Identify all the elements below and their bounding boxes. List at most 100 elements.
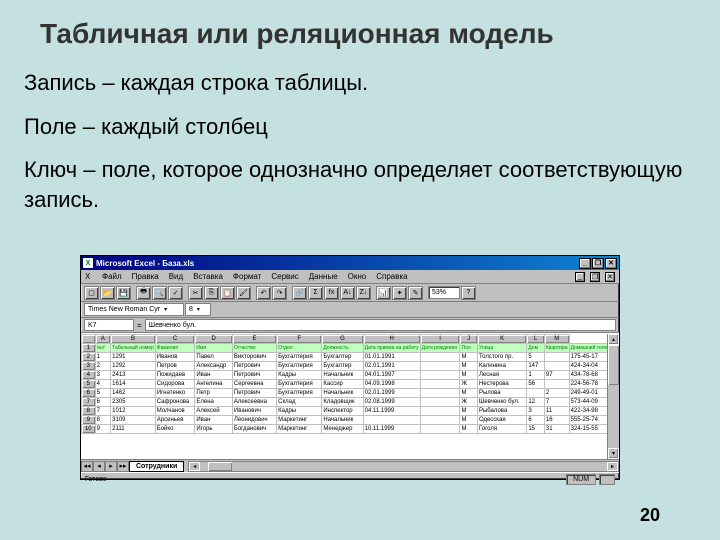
cell[interactable]: 2413 xyxy=(111,371,156,380)
cell[interactable]: Александр xyxy=(195,362,233,371)
cell[interactable]: Рылова xyxy=(477,389,526,398)
cell[interactable]: Ж xyxy=(460,380,477,389)
cell[interactable]: Кладовщик xyxy=(322,398,363,407)
col-header[interactable]: F xyxy=(277,335,322,344)
cell[interactable] xyxy=(420,371,460,380)
open-icon[interactable]: 📂 xyxy=(100,286,115,300)
print-icon[interactable]: 🖶 xyxy=(136,286,151,300)
tab-first-icon[interactable]: ◂◂ xyxy=(81,461,93,472)
sheet-tab[interactable]: Сотрудники xyxy=(129,461,184,472)
cell[interactable]: 02.08.1999 xyxy=(363,398,420,407)
zoom-combo[interactable]: 53% xyxy=(428,286,460,299)
spell-icon[interactable]: ✓ xyxy=(168,286,183,300)
cell[interactable] xyxy=(420,362,460,371)
menu-file[interactable]: Файл xyxy=(99,272,125,281)
field-header-cell[interactable]: №# xyxy=(95,344,111,353)
cell[interactable] xyxy=(420,398,460,407)
cell[interactable]: Начальник xyxy=(322,389,363,398)
cell[interactable]: 147 xyxy=(527,362,545,371)
cell[interactable]: 1 xyxy=(527,371,545,380)
row-header[interactable]: 4 xyxy=(82,371,96,380)
cell[interactable]: Бухгалтерия xyxy=(277,380,322,389)
field-header-cell[interactable]: Дата приема на работу xyxy=(363,344,420,353)
field-header-cell[interactable]: Должность xyxy=(322,344,363,353)
table-row[interactable]: 541614СидороваАнгелинаСергеевнаБухгалтер… xyxy=(82,380,619,389)
cell[interactable]: 6 xyxy=(527,416,545,425)
cell[interactable]: Маркетинг xyxy=(277,416,322,425)
sort-asc-icon[interactable]: A↓ xyxy=(340,286,355,300)
cell[interactable]: 56 xyxy=(527,380,545,389)
row-header[interactable]: 5 xyxy=(82,380,96,389)
scroll-thumb[interactable] xyxy=(608,345,619,385)
cell[interactable]: 2305 xyxy=(111,398,156,407)
field-header-cell[interactable]: Пол xyxy=(460,344,477,353)
row-header[interactable]: 3 xyxy=(82,362,96,371)
table-row[interactable]: 651462ИгнатенкоПетрПетровичБухгалтерияНа… xyxy=(82,389,619,398)
cell[interactable]: Иванович xyxy=(232,407,276,416)
scroll-right-icon[interactable]: ▸ xyxy=(607,462,618,471)
col-header[interactable]: G xyxy=(322,335,363,344)
cell[interactable]: 2 xyxy=(544,389,569,398)
fontsize-combo[interactable]: 8▾ xyxy=(185,303,211,316)
menu-tools[interactable]: Сервис xyxy=(268,272,301,281)
menu-help[interactable]: Справка xyxy=(373,272,410,281)
cell[interactable]: Петрович xyxy=(232,389,276,398)
cell[interactable] xyxy=(544,362,569,371)
col-header[interactable]: J xyxy=(460,335,477,344)
cell[interactable]: Маркетинг xyxy=(277,425,322,434)
hyperlink-icon[interactable]: 🔗 xyxy=(292,286,307,300)
cell[interactable]: 7 xyxy=(544,398,569,407)
cell[interactable]: Алексей xyxy=(195,407,233,416)
cell[interactable]: 2 xyxy=(95,362,111,371)
cell[interactable]: Елена xyxy=(195,398,233,407)
cell[interactable]: М xyxy=(460,389,477,398)
cell[interactable]: Бойко xyxy=(155,425,195,434)
format-painter-icon[interactable]: 🖌 xyxy=(236,286,251,300)
cell[interactable]: Богданович xyxy=(232,425,276,434)
cell[interactable]: М xyxy=(460,416,477,425)
col-header[interactable]: M xyxy=(544,335,569,344)
col-header[interactable]: D xyxy=(195,335,233,344)
chart-icon[interactable]: 📊 xyxy=(376,286,391,300)
cell[interactable]: 7 xyxy=(95,407,111,416)
menu-view[interactable]: Вид xyxy=(166,272,186,281)
formula-field[interactable]: Шевченко бул. xyxy=(145,319,616,331)
font-combo[interactable]: Times New Roman Cyr▾ xyxy=(84,303,184,316)
cell[interactable]: 3 xyxy=(527,407,545,416)
cell[interactable]: 10.11.1999 xyxy=(363,425,420,434)
cell[interactable]: Склад xyxy=(277,398,322,407)
cell[interactable]: 3109 xyxy=(111,416,156,425)
cell[interactable]: Петрович xyxy=(232,362,276,371)
cell[interactable]: Леонидович xyxy=(232,416,276,425)
spreadsheet-grid[interactable]: ABCDEFGHIJKLM 1№#Табельный номерФамилияИ… xyxy=(81,334,619,434)
cell[interactable]: Петрович xyxy=(232,371,276,380)
cell[interactable]: 04.09.1998 xyxy=(363,380,420,389)
close-button[interactable]: ✕ xyxy=(605,258,617,269)
cell[interactable]: М xyxy=(460,371,477,380)
drawing-icon[interactable]: ✎ xyxy=(408,286,423,300)
cell[interactable]: Игнатенко xyxy=(155,389,195,398)
cell[interactable]: 1291 xyxy=(111,353,156,362)
cell[interactable]: Толстого пр. xyxy=(477,353,526,362)
cell[interactable]: 31 xyxy=(544,425,569,434)
name-box[interactable]: K7 xyxy=(84,319,134,331)
cell[interactable]: Менеджер xyxy=(322,425,363,434)
cell[interactable]: Сергеевна xyxy=(232,380,276,389)
doc-close-button[interactable]: ✕ xyxy=(605,272,615,282)
cell[interactable]: Пожидаев xyxy=(155,371,195,380)
scroll-up-icon[interactable]: ▴ xyxy=(608,334,619,345)
row-header[interactable]: 9 xyxy=(82,416,96,425)
cell[interactable]: Павел xyxy=(195,353,233,362)
row-header[interactable]: 8 xyxy=(82,407,96,416)
cell[interactable]: Лесная xyxy=(477,371,526,380)
cell[interactable] xyxy=(420,407,460,416)
cell[interactable]: 4 xyxy=(95,380,111,389)
cell[interactable]: 97 xyxy=(544,371,569,380)
field-header-cell[interactable]: Квартира xyxy=(544,344,569,353)
col-header[interactable]: H xyxy=(363,335,420,344)
cell[interactable]: М xyxy=(460,425,477,434)
tab-next-icon[interactable]: ▸ xyxy=(105,461,117,472)
col-header[interactable] xyxy=(82,335,96,344)
menu-insert[interactable]: Вставка xyxy=(190,272,226,281)
cell[interactable]: Бухгалтерия xyxy=(277,353,322,362)
